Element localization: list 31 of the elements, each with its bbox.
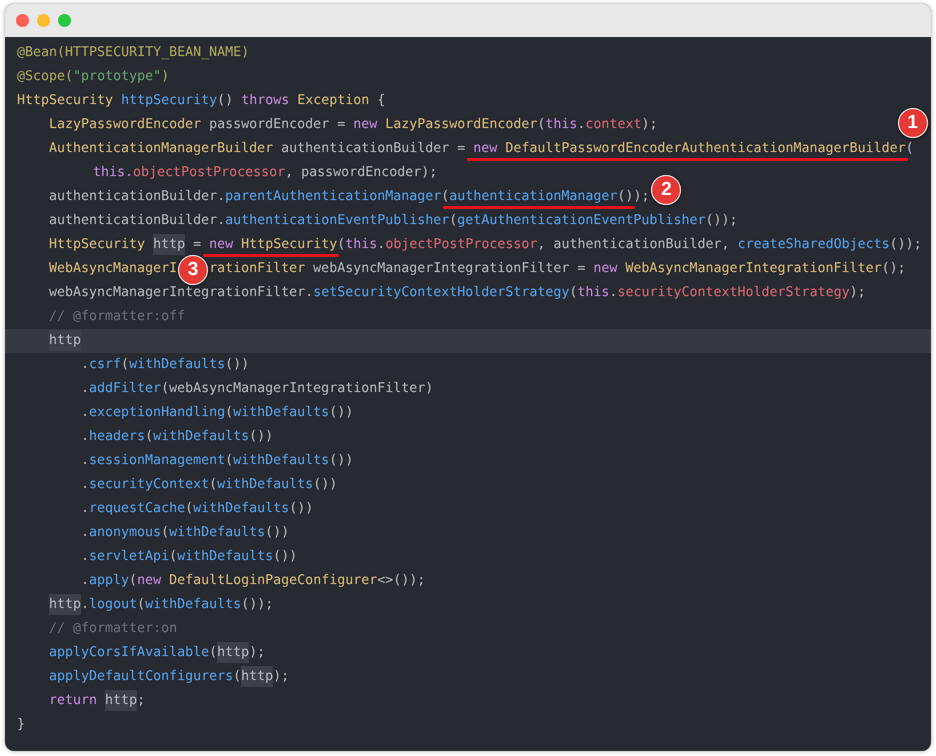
code-line: .headers(withDefaults()) bbox=[81, 428, 274, 446]
code-line: this.objectPostProcessor, passwordEncoder); bbox=[93, 164, 438, 182]
code-line: .exceptionHandling(withDefaults()) bbox=[81, 404, 354, 422]
code-line: @Bean(HTTPSECURITY_BEAN_NAME) bbox=[17, 44, 250, 62]
code-line: HttpSecurity http = new HttpSecurity(this.objectPostProcessor, authenticationBuilder, createSharedObjects()); bbox=[49, 233, 922, 257]
code-line: HttpSecurity httpSecurity() throws Exception { bbox=[17, 92, 386, 110]
code-line: // @formatter:off bbox=[49, 308, 186, 326]
code-line: .sessionManagement(withDefaults()) bbox=[81, 452, 354, 470]
code-line: .anonymous(withDefaults()) bbox=[81, 524, 290, 542]
code-line: .servletApi(withDefaults()) bbox=[81, 548, 298, 566]
close-button[interactable] bbox=[16, 14, 29, 27]
code-line: @Scope("prototype") bbox=[17, 68, 170, 86]
code-line: .securityContext(withDefaults()) bbox=[81, 476, 338, 494]
code-line: .addFilter(webAsyncManagerIntegrationFilter) bbox=[81, 380, 434, 398]
code-line: authenticationBuilder.authenticationEventPublisher(getAuthenticationEventPublisher()); bbox=[49, 212, 738, 230]
number-badge: 3 bbox=[178, 255, 208, 285]
code-line: // @formatter:on bbox=[49, 620, 178, 638]
minimize-button[interactable] bbox=[37, 14, 50, 27]
code-line: applyCorsIfAvailable(http); bbox=[49, 641, 266, 665]
zoom-button[interactable] bbox=[58, 14, 71, 27]
code-line: .csrf(withDefaults()) bbox=[81, 356, 250, 374]
code-line: } bbox=[17, 716, 26, 734]
number-badge: 1 bbox=[898, 108, 928, 138]
number-badge: 2 bbox=[651, 175, 682, 205]
code-line: webAsyncManagerIntegrationFilter.setSecurityContextHolderStrategy(this.securityContextHolderStrategy); bbox=[49, 284, 866, 302]
code-line: .requestCache(withDefaults()) bbox=[81, 500, 314, 518]
code-line: http.logout(withDefaults()); bbox=[49, 593, 274, 617]
code-line: return http; bbox=[49, 689, 146, 713]
code-line: LazyPasswordEncoder passwordEncoder = new LazyPasswordEncoder(this.context); bbox=[49, 116, 658, 134]
code-line: .apply(new DefaultLoginPageConfigurer<>()); bbox=[81, 572, 426, 590]
code-line: applyDefaultConfigurers(http); bbox=[49, 665, 290, 689]
